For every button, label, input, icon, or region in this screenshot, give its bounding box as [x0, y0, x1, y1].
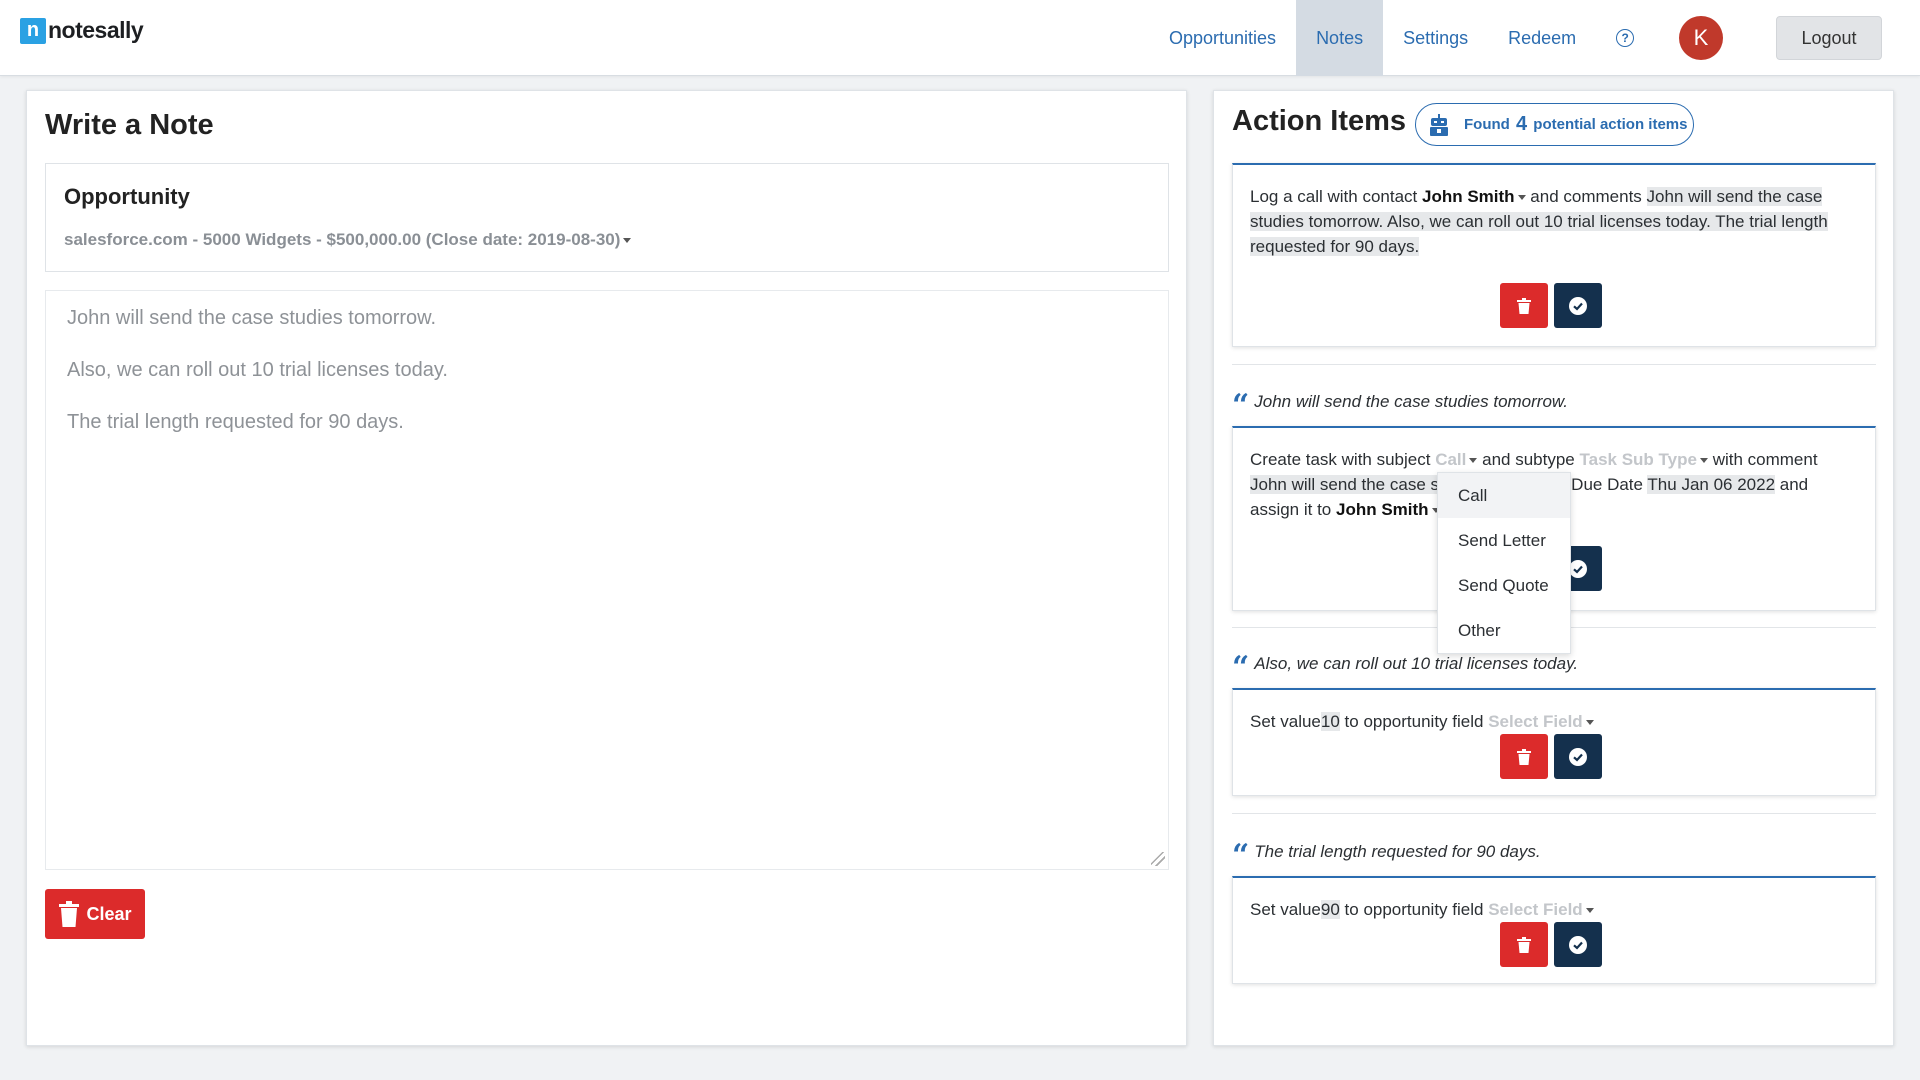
- note-textarea[interactable]: John will send the case studies tomorrow…: [45, 290, 1169, 870]
- nav-notes[interactable]: Notes: [1296, 0, 1384, 76]
- action-card-text: Set value10 to opportunity field Select …: [1250, 709, 1594, 734]
- quote-icon: “: [1232, 650, 1250, 685]
- action-quote: “John will send the case studies tomorro…: [1232, 388, 1568, 423]
- avatar[interactable]: K: [1679, 16, 1723, 60]
- check-circle-icon: [1569, 559, 1587, 578]
- caret-down-icon: [623, 238, 632, 244]
- subject-select[interactable]: Call: [1435, 450, 1478, 469]
- action-count-badge: Found 4 potential action items: [1415, 103, 1694, 146]
- trash-icon: [1517, 297, 1531, 314]
- value-field[interactable]: 10: [1320, 712, 1340, 731]
- check-circle-icon: [1569, 296, 1587, 315]
- assignee-select[interactable]: John Smith: [1336, 500, 1440, 519]
- field-select[interactable]: Select Field: [1488, 712, 1594, 731]
- opportunity-card: Opportunity salesforce.com - 5000 Widget…: [45, 163, 1169, 272]
- logo-mark-icon: n: [20, 17, 46, 44]
- main-nav: Opportunities Notes Settings Redeem ?: [1149, 0, 1654, 76]
- action-card-text: Log a call with contact John Smith and c…: [1250, 187, 1828, 256]
- caret-down-icon: [1699, 458, 1708, 464]
- write-note-title: Write a Note: [45, 109, 214, 141]
- resize-handle-icon[interactable]: [1151, 852, 1165, 866]
- nav-opportunities[interactable]: Opportunities: [1149, 0, 1296, 76]
- delete-button[interactable]: [1500, 922, 1548, 967]
- delete-button[interactable]: [1500, 734, 1548, 779]
- robot-icon: [1430, 113, 1448, 136]
- quote-icon: “: [1232, 388, 1250, 423]
- badge-prefix: Found: [1464, 116, 1510, 133]
- dropdown-option-call[interactable]: Call: [1438, 473, 1570, 518]
- brand-logo[interactable]: n notesally: [20, 17, 144, 44]
- action-card-set-value: Set value10 to opportunity field Select …: [1232, 688, 1876, 796]
- caret-down-icon: [1585, 908, 1594, 914]
- logout-button[interactable]: Logout: [1776, 16, 1882, 60]
- quote-icon: “: [1232, 838, 1250, 873]
- note-line: The trial length requested for 90 days.: [67, 411, 404, 433]
- action-quote: “The trial length requested for 90 days.: [1232, 838, 1541, 873]
- delete-button[interactable]: [1500, 283, 1548, 328]
- opportunity-value: salesforce.com - 5000 Widgets - $500,000…: [64, 230, 621, 249]
- clear-button[interactable]: Clear: [45, 889, 145, 939]
- divider: [1232, 813, 1876, 814]
- help-icon: ?: [1616, 29, 1635, 47]
- nav-help[interactable]: ?: [1596, 0, 1654, 76]
- action-card-log-call: Log a call with contact John Smith and c…: [1232, 163, 1876, 347]
- note-line: Also, we can roll out 10 trial licenses …: [67, 359, 448, 381]
- nav-settings[interactable]: Settings: [1383, 0, 1488, 76]
- caret-down-icon: [1585, 720, 1594, 726]
- trash-icon: [1517, 748, 1531, 765]
- field-select[interactable]: Select Field: [1488, 900, 1594, 919]
- dropdown-option-other[interactable]: Other: [1438, 608, 1570, 653]
- note-line: John will send the case studies tomorrow…: [67, 307, 437, 329]
- comment-field[interactable]: John will send the case s: [1250, 475, 1439, 494]
- caret-down-icon: [1517, 195, 1526, 201]
- due-date-field[interactable]: Thu Jan 06 2022: [1647, 475, 1776, 494]
- dropdown-option-send-letter[interactable]: Send Letter: [1438, 518, 1570, 563]
- value-field[interactable]: 90: [1320, 900, 1340, 919]
- action-card-text: Set value90 to opportunity field Select …: [1250, 897, 1594, 922]
- check-circle-icon: [1569, 935, 1587, 954]
- subject-dropdown-menu: Call Send Letter Send Quote Other: [1437, 472, 1571, 654]
- action-card-set-value: Set value90 to opportunity field Select …: [1232, 876, 1876, 984]
- subtype-select[interactable]: Task Sub Type: [1580, 450, 1708, 469]
- confirm-button[interactable]: [1554, 922, 1602, 967]
- opportunity-select[interactable]: salesforce.com - 5000 Widgets - $500,000…: [64, 230, 632, 250]
- logo-text: notesally: [48, 17, 144, 43]
- badge-count: 4: [1516, 113, 1528, 135]
- clear-label: Clear: [86, 903, 132, 924]
- trash-icon: [1517, 936, 1531, 953]
- caret-down-icon: [1469, 458, 1478, 464]
- top-navbar: n notesally Opportunities Notes Settings…: [0, 0, 1920, 76]
- action-items-title: Action Items: [1232, 105, 1407, 137]
- divider: [1232, 364, 1876, 365]
- badge-suffix: potential action items: [1533, 116, 1688, 133]
- nav-redeem[interactable]: Redeem: [1488, 0, 1596, 76]
- contact-select[interactable]: John Smith: [1422, 187, 1526, 206]
- dropdown-option-send-quote[interactable]: Send Quote: [1438, 563, 1570, 608]
- write-note-panel: Write a Note Opportunity salesforce.com …: [26, 90, 1187, 1046]
- trash-icon: [59, 901, 80, 927]
- confirm-button[interactable]: [1554, 734, 1602, 779]
- opportunity-label: Opportunity: [64, 184, 190, 209]
- confirm-button[interactable]: [1554, 283, 1602, 328]
- check-circle-icon: [1569, 747, 1587, 766]
